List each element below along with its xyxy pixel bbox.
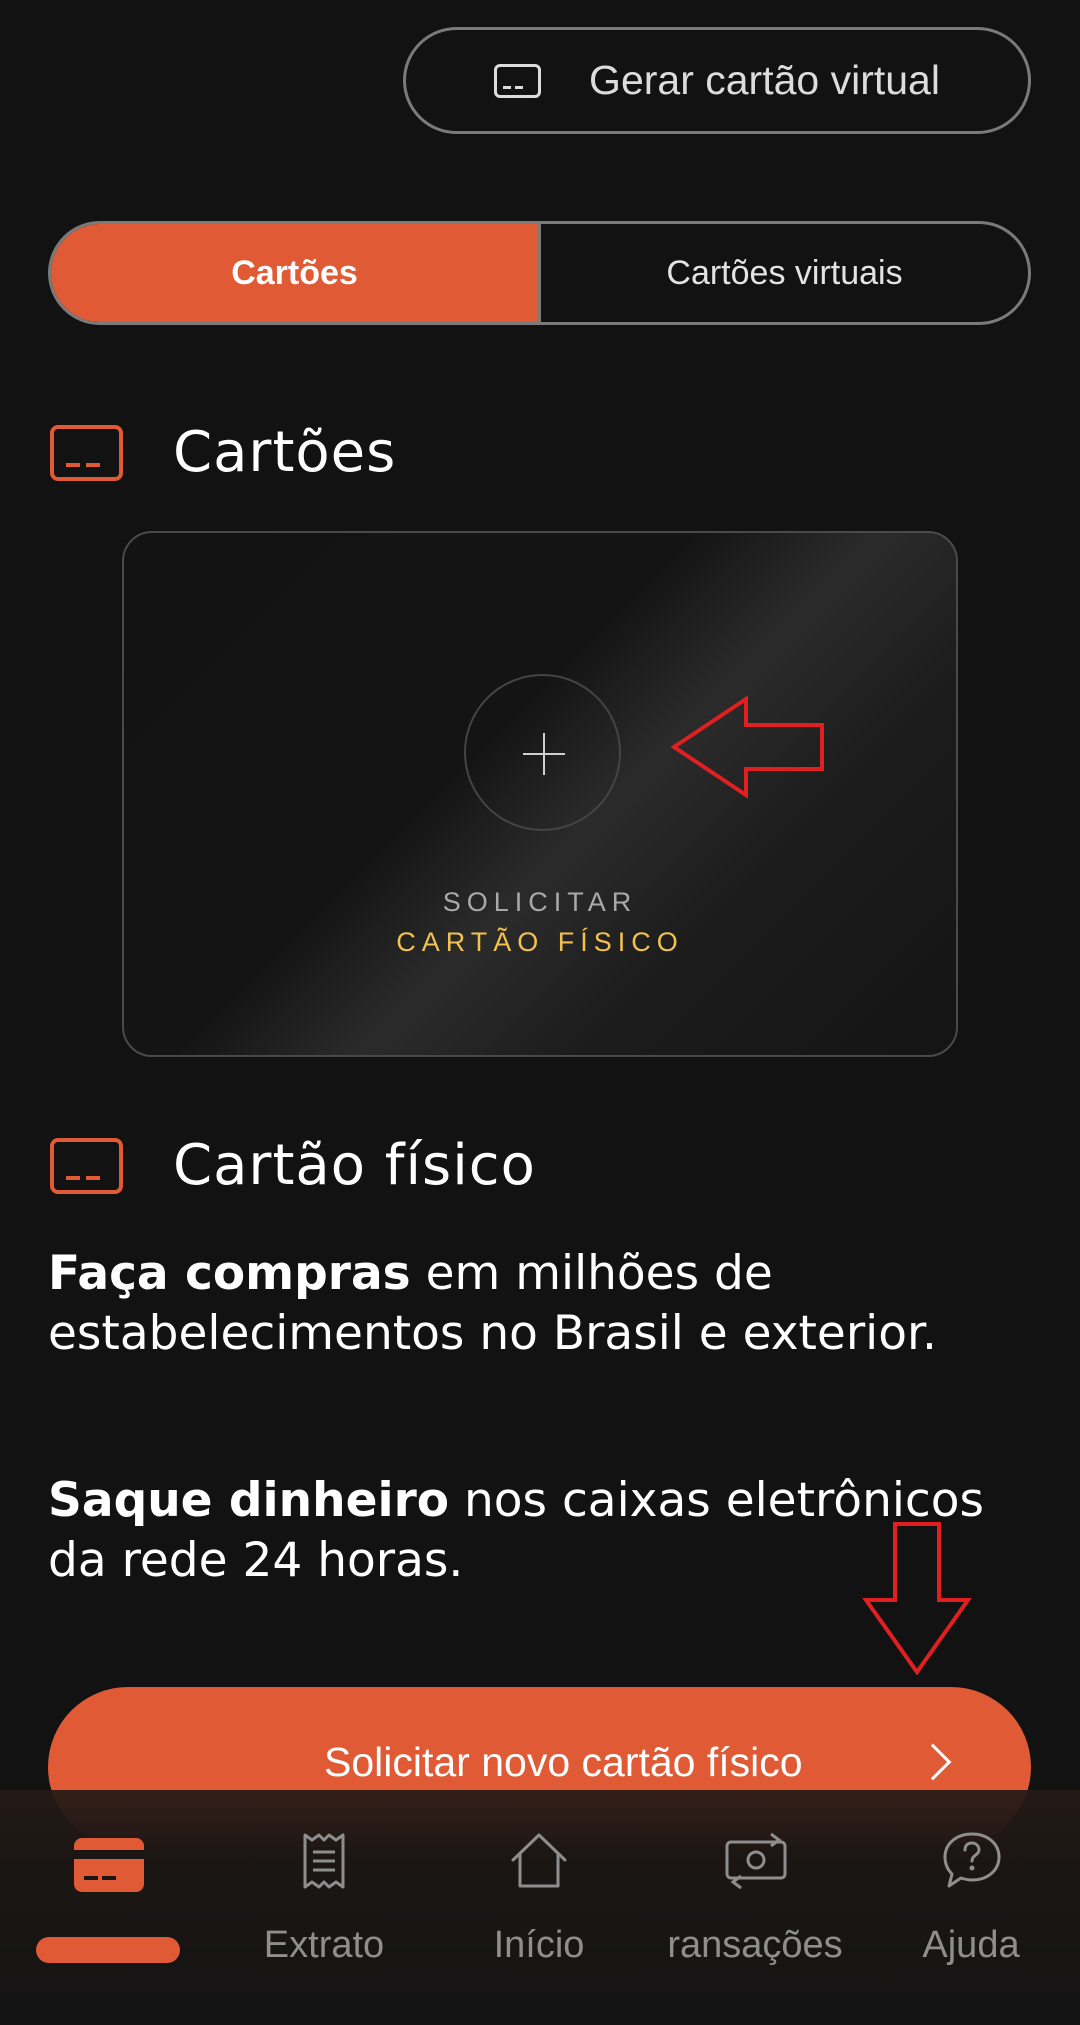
card-type-segmented-control: Cartões Cartões virtuais [48, 221, 1031, 325]
card-icon [494, 63, 542, 98]
plus-icon[interactable] [464, 674, 621, 831]
request-label: SOLICITAR [442, 887, 638, 917]
request-physical-card-panel[interactable]: SOLICITAR CARTÃO FÍSICO [122, 531, 958, 1057]
nav-label-help: Ajuda [922, 1924, 1020, 1966]
annotation-arrow-down-icon [862, 1522, 972, 1676]
annotation-arrow-left-icon [670, 695, 824, 799]
physical-card-section-header: Cartão físico [50, 1133, 536, 1198]
bottom-navigation: Extrato Início ransações Ajuda [0, 1790, 1080, 2025]
tab-virtual-cards[interactable]: Cartões virtuais [541, 224, 1028, 322]
nav-label-statement: Extrato [263, 1924, 385, 1966]
money-transfer-icon [725, 1832, 787, 1890]
card-icon [50, 1137, 123, 1194]
card-icon [50, 424, 123, 481]
cards-section-title: Cartões [173, 420, 397, 485]
help-icon [943, 1832, 1001, 1888]
cards-section-header: Cartões [50, 420, 396, 485]
generate-virtual-card-label: Gerar cartão virtual [589, 57, 940, 103]
physical-card-label: CARTÃO FÍSICO [396, 927, 684, 957]
tab-cards[interactable]: Cartões [51, 224, 541, 322]
chevron-right-icon [914, 1743, 952, 1781]
nav-label-home: Início [493, 1924, 585, 1966]
generate-virtual-card-button[interactable]: Gerar cartão virtual [403, 27, 1031, 134]
home-icon [511, 1833, 567, 1888]
nav-label-transactions: ransações [667, 1924, 843, 1966]
card-icon [74, 1838, 144, 1892]
active-tab-indicator [36, 1937, 180, 1963]
withdraw-bold: Saque dinheiro [48, 1473, 450, 1528]
receipt-icon [303, 1833, 345, 1889]
request-new-physical-card-label: Solicitar novo cartão físico [324, 1739, 803, 1785]
physical-card-section-title: Cartão físico [173, 1133, 536, 1198]
purchases-bold: Faça compras [48, 1246, 411, 1301]
purchases-paragraph: Faça compras em milhões de estabelecimen… [48, 1244, 1048, 1364]
